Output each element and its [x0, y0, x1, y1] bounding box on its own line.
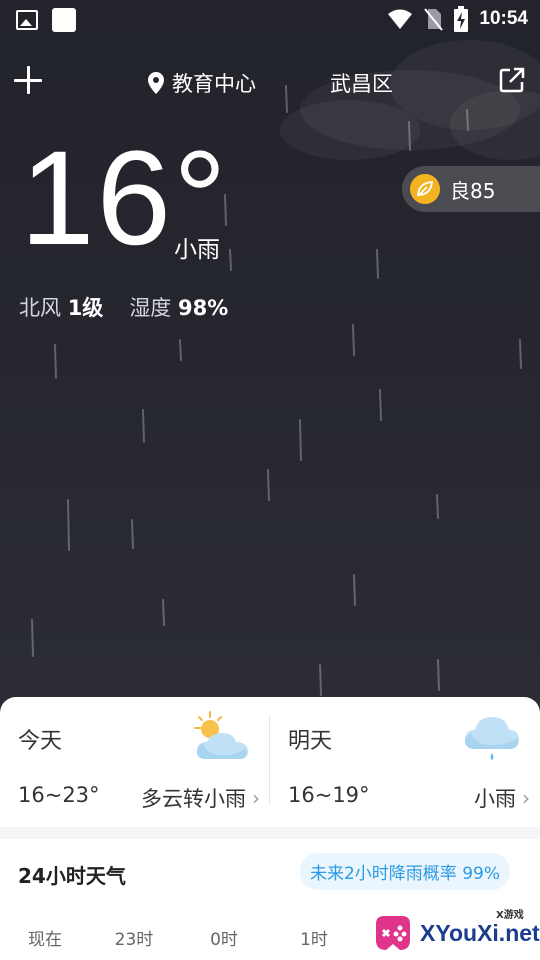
- watermark: X游戏 XYouXi.net: [370, 904, 540, 960]
- tomorrow-condition: 小雨: [474, 787, 516, 811]
- watermark-text: XYouXi.net: [420, 920, 540, 946]
- top-bar: 教育中心 武昌区: [0, 56, 540, 104]
- humidity-info: 湿度 98%: [129, 292, 228, 322]
- hour-label: 0时: [210, 930, 238, 950]
- location-selector[interactable]: 教育中心: [148, 68, 256, 98]
- humidity-label: 湿度: [129, 296, 172, 320]
- status-bar: 10:54: [0, 0, 540, 40]
- gamepad-logo-icon: [376, 916, 410, 950]
- weather-details: 北风 1级 湿度 98%: [19, 292, 228, 322]
- share-icon[interactable]: [498, 66, 526, 94]
- aqi-value: 良85: [450, 178, 496, 203]
- air-quality-badge[interactable]: 良85: [402, 166, 540, 212]
- hour-label: 1时: [300, 930, 328, 950]
- light-rain-icon: [464, 717, 519, 760]
- location-name: 教育中心: [172, 72, 256, 96]
- clock: 10:54: [479, 8, 528, 29]
- wind-label: 北风: [19, 296, 61, 320]
- today-condition: 多云转小雨: [141, 787, 246, 811]
- section-separator: [0, 827, 540, 839]
- image-notification-icon: [16, 10, 38, 30]
- wind-info: 北风 1级: [19, 292, 103, 322]
- chevron-right-icon: ›: [252, 786, 260, 810]
- today-temp-range: 16~23°: [18, 783, 100, 807]
- rain-animation: [31, 85, 522, 696]
- leaf-icon: [410, 174, 440, 204]
- rain-probability-badge[interactable]: 未来2小时降雨概率 99%: [299, 853, 510, 890]
- add-city-button[interactable]: [14, 66, 44, 96]
- hour-label: 现在: [28, 930, 62, 950]
- battery-charging-icon: [454, 6, 469, 32]
- wind-value: 1级: [67, 296, 104, 320]
- today-label: 今天: [18, 729, 63, 754]
- tomorrow-label: 明天: [288, 729, 333, 754]
- watermark-small-text: X游戏: [496, 910, 524, 921]
- location-pin-icon: [148, 72, 164, 94]
- today-forecast[interactable]: 今天 16~23° 多云转小雨 ›: [0, 697, 270, 827]
- hour-label: 23时: [114, 930, 154, 950]
- no-sim-icon: [424, 8, 444, 31]
- district-name[interactable]: 武昌区: [330, 68, 393, 98]
- tomorrow-forecast[interactable]: 明天 16~19° 小雨 ›: [270, 697, 540, 827]
- wifi-icon: [388, 9, 413, 29]
- partly-cloudy-icon: [194, 711, 248, 759]
- hourly-title: 24小时天气: [18, 864, 126, 888]
- app-notification-icon: [52, 8, 76, 32]
- humidity-value: 98%: [178, 296, 229, 320]
- tomorrow-temp-range: 16~19°: [288, 783, 370, 807]
- current-condition: 小雨: [174, 237, 220, 263]
- chevron-right-icon: ›: [522, 786, 530, 810]
